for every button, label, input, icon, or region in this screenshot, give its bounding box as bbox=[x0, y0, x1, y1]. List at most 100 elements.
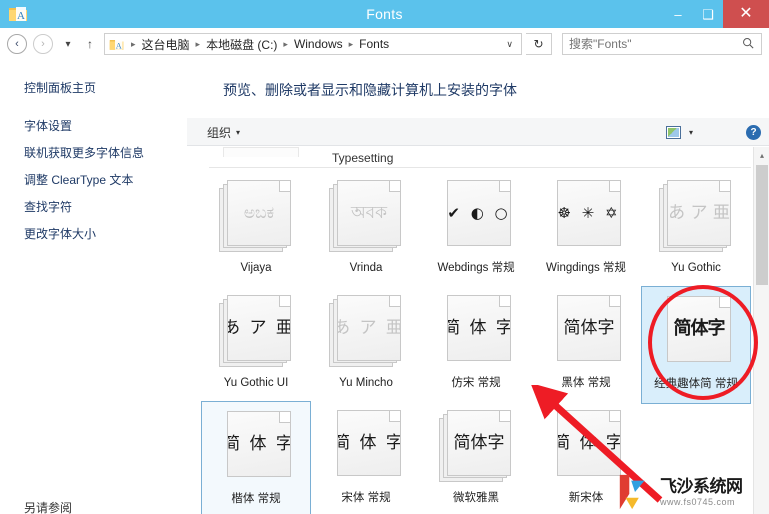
dogear-icon bbox=[719, 181, 730, 192]
organize-button[interactable]: 组织 ▾ bbox=[207, 118, 240, 146]
dogear-icon bbox=[279, 181, 290, 192]
breadcrumb-item-0[interactable]: 这台电脑 bbox=[140, 36, 192, 53]
font-tile[interactable]: あ ア 亜 Yu Mincho bbox=[311, 286, 421, 404]
dogear-icon bbox=[389, 181, 400, 192]
sidebar-links: 字体设置 联机获取更多字体信息 调整 ClearType 文本 查找字符 更改字… bbox=[0, 119, 187, 254]
group-divider bbox=[209, 167, 751, 168]
font-name: 经典趣体简 常规 bbox=[654, 378, 738, 390]
breadcrumb[interactable]: A ▸ 这台电脑 ▸ 本地磁盘 (C:) ▸ Windows ▸ Fonts ∨ bbox=[104, 33, 522, 55]
watermark-logo-icon bbox=[619, 474, 645, 510]
font-preview: ಅಬಕ bbox=[219, 180, 293, 254]
content-pane: 预览、删除或者显示和隐藏计算机上安装的字体 组织 ▾ ▾ ? Typesetti… bbox=[187, 60, 769, 514]
forward-button[interactable]: › bbox=[33, 34, 53, 54]
view-options-icon bbox=[665, 125, 681, 139]
organize-label: 组织 bbox=[207, 125, 232, 140]
font-sample: 简体字 bbox=[673, 318, 726, 339]
font-preview: ✔ ◐ ○ bbox=[439, 180, 513, 254]
font-sheet: 简体字 bbox=[447, 410, 511, 476]
font-tile[interactable]: あ ア 亜 Yu Gothic bbox=[641, 171, 751, 289]
view-options-button[interactable]: ▾ bbox=[665, 118, 693, 146]
dogear-icon bbox=[499, 411, 510, 422]
font-sheet: あ ア 亜 bbox=[337, 295, 401, 361]
font-sample: 简体字 bbox=[563, 317, 615, 338]
font-preview: 简体字 bbox=[439, 410, 513, 484]
sidebar: 控制面板主页 字体设置 联机获取更多字体信息 调整 ClearType 文本 查… bbox=[0, 60, 187, 514]
font-sample: 简 体 字 bbox=[558, 432, 620, 453]
font-sheet: ಅಬಕ bbox=[227, 180, 291, 246]
font-grid: Typesetting ಅಬಕ Vijaya অবক Vrinda ✔ ◐ ○ … bbox=[187, 147, 769, 514]
toolbar: 组织 ▾ ▾ ? bbox=[187, 118, 769, 146]
sidebar-item-change-font-size[interactable]: 更改字体大小 bbox=[0, 227, 187, 242]
breadcrumb-dropdown-icon[interactable]: ∨ bbox=[506, 39, 519, 50]
font-preview: 简 体 字 bbox=[549, 410, 623, 484]
font-name: 新宋体 bbox=[568, 492, 604, 504]
help-button[interactable]: ? bbox=[746, 118, 761, 146]
breadcrumb-item-1[interactable]: 本地磁盘 (C:) bbox=[204, 36, 279, 53]
font-name: 黑体 常规 bbox=[561, 377, 611, 389]
font-preview: 简 体 字 bbox=[329, 410, 403, 484]
sidebar-item-get-more-fonts-online[interactable]: 联机获取更多字体信息 bbox=[0, 146, 187, 161]
font-sample: 简 体 字 bbox=[338, 432, 400, 453]
font-tile[interactable]: 简 体 字 宋体 常规 bbox=[311, 401, 421, 514]
font-preview: 简体字 bbox=[549, 295, 623, 369]
breadcrumb-item-3[interactable]: Fonts bbox=[357, 37, 391, 51]
sidebar-item-find-a-character[interactable]: 查找字符 bbox=[0, 200, 187, 215]
scrollbar-thumb[interactable] bbox=[756, 165, 768, 285]
font-name: 微软雅黑 bbox=[453, 492, 499, 504]
scroll-up-button[interactable]: ▴ bbox=[754, 147, 769, 163]
font-tile[interactable]: অবক Vrinda bbox=[311, 171, 421, 289]
font-tile[interactable]: 简体字 微软雅黑 bbox=[421, 401, 531, 514]
breadcrumb-item-2[interactable]: Windows bbox=[292, 37, 345, 51]
font-tile[interactable]: 简体字 黑体 常规 bbox=[531, 286, 641, 404]
font-tile[interactable]: ☸ ✳ ✡ Wingdings 常规 bbox=[531, 171, 641, 289]
recent-locations-button[interactable]: ▾ bbox=[59, 34, 77, 54]
font-sheet: 简 体 字 bbox=[337, 410, 401, 476]
up-button[interactable]: ↑ bbox=[81, 34, 99, 54]
font-tile[interactable]: ಅಬಕ Vijaya bbox=[201, 171, 311, 289]
sidebar-item-adjust-cleartype-text[interactable]: 调整 ClearType 文本 bbox=[0, 173, 187, 188]
font-preview: あ ア 亜 bbox=[219, 295, 293, 369]
font-name: 楷体 常规 bbox=[231, 493, 281, 505]
back-button[interactable]: ‹ bbox=[7, 34, 27, 54]
font-sample: ಅಬಕ bbox=[243, 202, 275, 223]
close-button[interactable]: ✕ bbox=[723, 0, 769, 28]
font-sheet: 简 体 字 bbox=[227, 411, 291, 477]
font-tile[interactable]: ✔ ◐ ○ Webdings 常规 bbox=[421, 171, 531, 289]
font-sample: あ ア 亜 bbox=[668, 202, 730, 223]
dogear-icon bbox=[279, 412, 290, 423]
font-sheet: 简 体 字 bbox=[557, 410, 621, 476]
font-tile[interactable]: 简 体 字 仿宋 常规 bbox=[421, 286, 531, 404]
breadcrumb-separator: ▸ bbox=[131, 38, 136, 49]
font-name: Webdings 常规 bbox=[437, 262, 515, 274]
dogear-icon bbox=[609, 296, 620, 307]
font-sample: ☸ ✳ ✡ bbox=[557, 203, 621, 222]
search-box[interactable] bbox=[562, 33, 762, 55]
vertical-scrollbar[interactable]: ▴ bbox=[753, 147, 769, 514]
search-icon[interactable] bbox=[735, 37, 761, 52]
font-preview: あ ア 亜 bbox=[329, 295, 403, 369]
font-tile[interactable]: 简 体 字 楷体 常规 bbox=[201, 401, 311, 514]
font-row: ಅಬಕ Vijaya অবক Vrinda ✔ ◐ ○ Webdings 常规 … bbox=[187, 171, 769, 291]
search-input[interactable] bbox=[563, 34, 735, 54]
font-tile-selected[interactable]: 简体字 经典趣体简 常规 bbox=[641, 286, 751, 404]
font-preview: ☸ ✳ ✡ bbox=[549, 180, 623, 254]
maximize-button[interactable]: ❑ bbox=[693, 0, 723, 28]
breadcrumb-fonts-icon: A bbox=[109, 38, 124, 50]
font-name: Yu Mincho bbox=[339, 377, 393, 389]
sidebar-item-font-settings[interactable]: 字体设置 bbox=[0, 119, 187, 134]
font-row: あ ア 亜 Yu Gothic UI あ ア 亜 bbox=[187, 286, 769, 406]
sidebar-item-control-panel-home[interactable]: 控制面板主页 bbox=[0, 81, 96, 96]
font-name: Wingdings 常规 bbox=[546, 262, 626, 274]
dogear-icon bbox=[499, 296, 510, 307]
font-sheet: 简体字 bbox=[557, 295, 621, 361]
watermark-text: 飞沙系统网 www.fs0745.com bbox=[660, 478, 743, 507]
minimize-button[interactable]: – bbox=[663, 0, 693, 28]
font-name: Vijaya bbox=[240, 262, 272, 274]
font-name: Vrinda bbox=[349, 262, 383, 274]
font-preview: あ ア 亜 bbox=[659, 180, 733, 254]
refresh-button[interactable]: ↻ bbox=[526, 33, 552, 55]
font-tile[interactable]: あ ア 亜 Yu Gothic UI bbox=[201, 286, 311, 404]
page-title: 预览、删除或者显示和隐藏计算机上安装的字体 bbox=[223, 82, 517, 98]
font-group-header: Typesetting bbox=[187, 147, 751, 173]
font-preview: 简 体 字 bbox=[439, 295, 513, 369]
